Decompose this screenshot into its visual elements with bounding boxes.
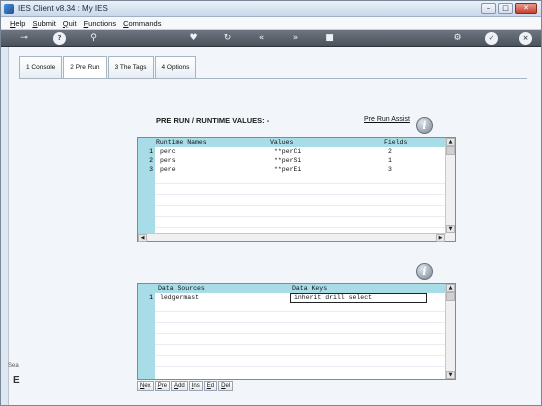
forward-icon[interactable]: » <box>289 32 302 45</box>
favorite-icon[interactable]: ♥ <box>187 32 200 45</box>
help-icon[interactable]: ? <box>53 32 66 45</box>
add-button[interactable]: Add <box>171 381 188 391</box>
header-values[interactable]: Values <box>270 138 293 147</box>
toolbar: ⊸ ? ⚲ ♥ ↻ « » ■ ⚙ ✓ × <box>1 30 541 47</box>
row-number: 1 <box>149 294 153 301</box>
stop-icon[interactable]: ■ <box>323 32 336 45</box>
tab-pre-run[interactable]: 2 Pre Run <box>63 56 107 79</box>
previous-button[interactable]: Pre <box>154 381 171 391</box>
tab-console[interactable]: 1 Console <box>19 56 63 78</box>
scroll-thumb[interactable] <box>446 292 455 301</box>
runtime-field-cell[interactable]: 1 <box>388 156 392 165</box>
tab-the-tags[interactable]: 3 The Tags <box>107 56 154 78</box>
settings-icon[interactable]: ⚙ <box>451 32 464 45</box>
scroll-left-arrow-icon[interactable]: ◀ <box>138 234 147 242</box>
app-window: IES Client v8.34 : My IES – □ ✕ Help Sub… <box>0 0 542 406</box>
insert-button[interactable]: Ins <box>188 381 203 391</box>
next-button[interactable]: Nex <box>137 381 154 391</box>
back-icon[interactable]: « <box>255 32 268 45</box>
vertical-scrollbar[interactable]: ▲ ▼ <box>445 284 455 379</box>
row-number: 1 <box>149 148 153 155</box>
runtime-field-cell[interactable]: 3 <box>388 165 392 174</box>
tab-options[interactable]: 4 Options <box>154 56 197 78</box>
search-icon[interactable]: ⚲ <box>87 32 100 45</box>
row-separator <box>155 194 445 195</box>
menu-submit[interactable]: Submit <box>32 19 55 28</box>
scroll-down-arrow-icon[interactable]: ▼ <box>446 225 455 233</box>
row-separator <box>155 311 445 312</box>
runtime-value-cell[interactable]: **perSi <box>274 156 301 165</box>
data-source-cell[interactable]: ledgermast <box>160 293 199 302</box>
grid-button-row: Nex Pre Add Ins Ed Del <box>137 381 234 391</box>
edit-button[interactable]: Ed <box>203 381 218 391</box>
runtime-value-cell[interactable]: **perEi <box>274 165 301 174</box>
side-panel-label: Sea <box>8 363 19 369</box>
info-icon[interactable]: i <box>416 263 433 280</box>
side-panel-glyph: E <box>13 375 20 386</box>
title-bar: IES Client v8.34 : My IES – □ ✕ <box>1 1 541 17</box>
row-separator <box>155 227 445 228</box>
header-runtime-names[interactable]: Runtime Names <box>156 138 207 147</box>
vertical-scrollbar[interactable]: ▲ ▼ <box>445 138 455 241</box>
menu-functions[interactable]: Functions <box>84 19 117 28</box>
scroll-up-arrow-icon[interactable]: ▲ <box>446 284 455 292</box>
info-icon[interactable]: i <box>416 117 433 134</box>
row-separator <box>155 322 445 323</box>
tab-strip: 1 Console 2 Pre Run 3 The Tags 4 Options <box>19 56 197 79</box>
app-logo-icon <box>4 4 14 14</box>
maximize-button[interactable]: □ <box>498 3 513 14</box>
row-separator <box>155 355 445 356</box>
horizontal-scrollbar[interactable]: ◀ ▶ <box>138 233 446 242</box>
row-separator <box>155 216 445 217</box>
close-window-button[interactable]: ✕ <box>515 3 537 14</box>
row-separator <box>155 344 445 345</box>
scroll-down-arrow-icon[interactable]: ▼ <box>446 371 455 379</box>
cancel-icon[interactable]: × <box>519 32 532 45</box>
header-data-sources[interactable]: Data Sources <box>158 284 205 293</box>
window-title: IES Client v8.34 : My IES <box>18 4 108 13</box>
data-sources-grid[interactable]: Data Sources Data Keys 1 ledgermast inhe… <box>137 283 456 380</box>
row-separator <box>155 183 445 184</box>
menu-help[interactable]: Help <box>10 19 25 28</box>
header-data-keys[interactable]: Data Keys <box>292 284 327 293</box>
minimize-button[interactable]: – <box>481 3 496 14</box>
delete-button[interactable]: Del <box>218 381 234 391</box>
data-key-cell[interactable]: inherit drill select <box>290 293 427 303</box>
menu-bar: Help Submit Quit Functions Commands <box>1 17 541 30</box>
side-panel[interactable] <box>1 47 9 405</box>
row-separator <box>155 366 445 367</box>
confirm-icon[interactable]: ✓ <box>485 32 498 45</box>
runtime-values-grid[interactable]: Runtime Names Values Fields 1 perc **per… <box>137 137 456 242</box>
row-separator <box>155 205 445 206</box>
row-number: 2 <box>149 157 153 164</box>
runtime-name-cell[interactable]: pers <box>160 156 176 165</box>
menu-quit[interactable]: Quit <box>63 19 77 28</box>
scroll-thumb[interactable] <box>446 146 455 155</box>
runtime-section-title: PRE RUN / RUNTIME VALUES: - <box>156 116 270 125</box>
menu-commands[interactable]: Commands <box>123 19 161 28</box>
row-separator <box>155 333 445 334</box>
runtime-name-cell[interactable]: perc <box>160 147 176 156</box>
refresh-icon[interactable]: ↻ <box>221 32 234 45</box>
runtime-field-cell[interactable]: 2 <box>388 147 392 156</box>
row-number: 3 <box>149 166 153 173</box>
runtime-name-cell[interactable]: pere <box>160 165 176 174</box>
key-icon[interactable]: ⊸ <box>15 32 33 45</box>
runtime-value-cell[interactable]: **perCi <box>274 147 301 156</box>
header-fields[interactable]: Fields <box>384 138 407 147</box>
scroll-up-arrow-icon[interactable]: ▲ <box>446 138 455 146</box>
pre-run-assist-link[interactable]: Pre Run Assist <box>364 116 410 123</box>
tab-divider <box>19 78 527 79</box>
scroll-right-arrow-icon[interactable]: ▶ <box>436 234 445 242</box>
